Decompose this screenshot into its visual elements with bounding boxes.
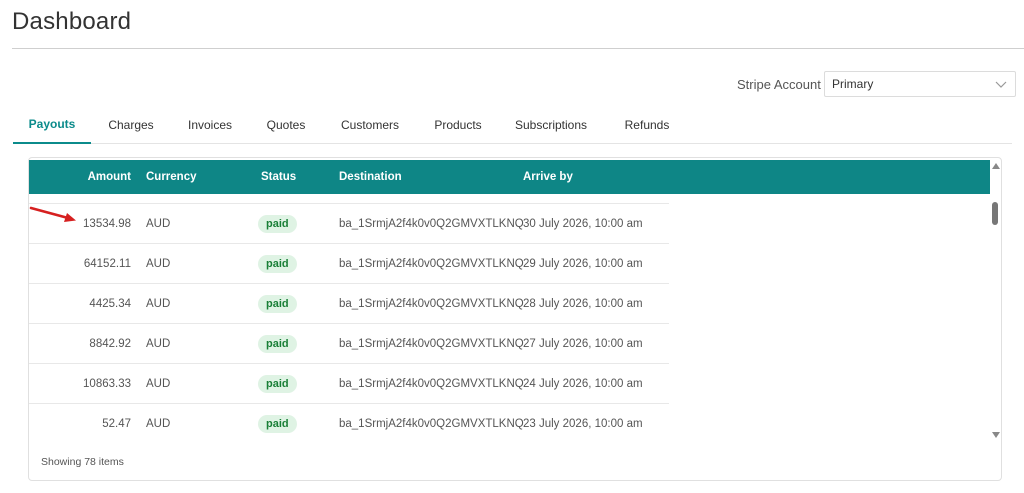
column-header-arrive-by[interactable]: Arrive by xyxy=(523,160,573,194)
arrive-by-cell: 27 July 2026, 10:00 am xyxy=(523,338,643,350)
tab-products[interactable]: Products xyxy=(427,105,489,144)
chevron-down-icon xyxy=(995,81,1007,88)
scroll-up-arrow-icon[interactable] xyxy=(992,163,1000,169)
amount-cell: 10863.33 xyxy=(83,378,131,390)
column-header-amount[interactable]: Amount xyxy=(29,160,131,194)
tab-bar: Payouts Charges Invoices Quotes Customer… xyxy=(13,105,1012,144)
table-row[interactable]: 64152.11 AUD paid ba_1SrmjA2f4k0v0Q2GMVX… xyxy=(29,244,669,284)
stripe-account-selected-value: Primary xyxy=(832,77,874,91)
currency-cell: AUD xyxy=(146,418,171,430)
column-header-destination[interactable]: Destination xyxy=(339,160,402,194)
tab-subscriptions[interactable]: Subscriptions xyxy=(511,105,591,144)
column-header-status[interactable]: Status xyxy=(261,160,296,194)
amount-cell: 64152.11 xyxy=(83,258,131,270)
arrive-by-cell: 24 July 2026, 10:00 am xyxy=(523,378,643,390)
tab-charges[interactable]: Charges xyxy=(101,105,161,144)
tab-invoices[interactable]: Invoices xyxy=(179,105,241,144)
grid-footer-count: Showing 78 items xyxy=(41,456,124,468)
arrive-by-cell: 30 July 2026, 10:00 am xyxy=(523,218,643,230)
destination-cell: ba_1SrmjA2f4k0v0Q2GMVXTLKNQ xyxy=(339,418,524,430)
status-badge: paid xyxy=(258,335,297,353)
tab-refunds[interactable]: Refunds xyxy=(619,105,675,144)
table-row[interactable]: 13534.98 AUD paid ba_1SrmjA2f4k0v0Q2GMVX… xyxy=(29,204,669,244)
status-badge: paid xyxy=(258,415,297,433)
status-badge: paid xyxy=(258,295,297,313)
arrive-by-cell: 23 July 2026, 10:00 am xyxy=(523,418,643,430)
tab-payouts[interactable]: Payouts xyxy=(13,105,91,144)
title-divider xyxy=(12,48,1024,49)
red-arrow-icon xyxy=(29,206,76,222)
tab-quotes[interactable]: Quotes xyxy=(260,105,312,144)
grid-header: Amount Currency Status Destination Arriv… xyxy=(29,160,990,194)
currency-cell: AUD xyxy=(146,338,171,350)
scrollbar-thumb[interactable] xyxy=(992,202,998,225)
status-badge: paid xyxy=(258,255,297,273)
destination-cell: ba_1SrmjA2f4k0v0Q2GMVXTLKNQ xyxy=(339,338,524,350)
destination-cell: ba_1SrmjA2f4k0v0Q2GMVXTLKNQ xyxy=(339,298,524,310)
amount-cell: 4425.34 xyxy=(89,298,131,310)
destination-cell: ba_1SrmjA2f4k0v0Q2GMVXTLKNQ xyxy=(339,258,524,270)
table-row[interactable]: 52.47 AUD paid ba_1SrmjA2f4k0v0Q2GMVXTLK… xyxy=(29,404,669,444)
status-badge: paid xyxy=(258,215,297,233)
currency-cell: AUD xyxy=(146,218,171,230)
table-row[interactable]: 10863.33 AUD paid ba_1SrmjA2f4k0v0Q2GMVX… xyxy=(29,364,669,404)
payouts-grid: Amount Currency Status Destination Arriv… xyxy=(28,157,1002,481)
table-row[interactable]: 8842.92 AUD paid ba_1SrmjA2f4k0v0Q2GMVXT… xyxy=(29,324,669,364)
currency-cell: AUD xyxy=(146,258,171,270)
scroll-down-arrow-icon[interactable] xyxy=(992,432,1000,438)
table-row[interactable]: 4425.34 AUD paid ba_1SrmjA2f4k0v0Q2GMVXT… xyxy=(29,284,669,324)
stripe-account-label: Stripe Account xyxy=(737,77,821,92)
arrive-by-cell: 28 July 2026, 10:00 am xyxy=(523,298,643,310)
destination-cell: ba_1SrmjA2f4k0v0Q2GMVXTLKNQ xyxy=(339,218,524,230)
arrive-by-cell: 29 July 2026, 10:00 am xyxy=(523,258,643,270)
tab-customers[interactable]: Customers xyxy=(335,105,405,144)
stripe-account-select[interactable]: Primary xyxy=(824,71,1016,97)
grid-scrollbar[interactable] xyxy=(990,158,1002,444)
column-header-currency[interactable]: Currency xyxy=(146,160,197,194)
page-title: Dashboard xyxy=(12,8,132,35)
amount-cell: 8842.92 xyxy=(89,338,131,350)
amount-cell: 52.47 xyxy=(102,418,131,430)
currency-cell: AUD xyxy=(146,378,171,390)
currency-cell: AUD xyxy=(146,298,171,310)
destination-cell: ba_1SrmjA2f4k0v0Q2GMVXTLKNQ xyxy=(339,378,524,390)
status-badge: paid xyxy=(258,375,297,393)
